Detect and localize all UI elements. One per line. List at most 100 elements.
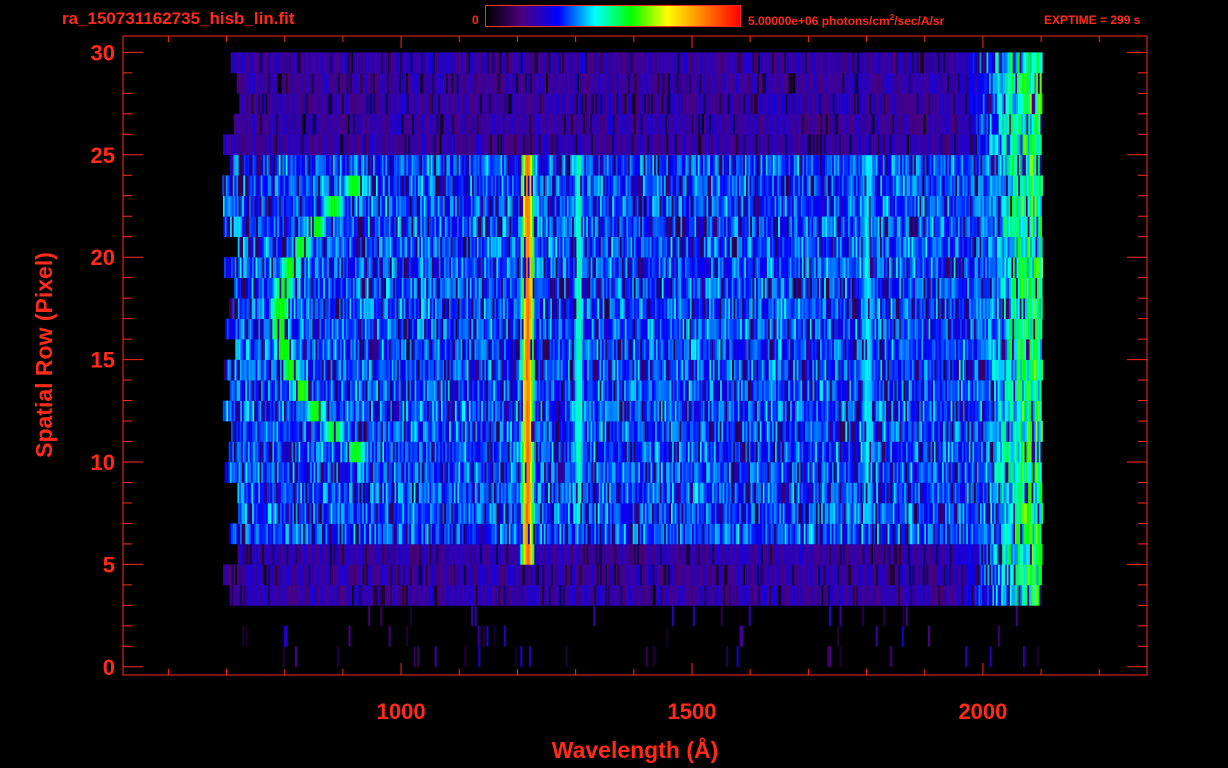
heatmap-cell (946, 523, 949, 545)
heatmap-cell (392, 564, 395, 586)
heatmap-cell (863, 564, 866, 586)
heatmap-cell (277, 564, 280, 586)
heatmap-cell (1037, 400, 1040, 422)
heatmap-cell (783, 564, 786, 586)
heatmap-cell (306, 584, 309, 606)
heatmap-cell (491, 503, 494, 524)
heatmap-cell (513, 503, 516, 524)
heatmap-cell (684, 543, 687, 565)
heatmap-cell (333, 441, 336, 463)
heatmap-cell (558, 441, 561, 463)
heatmap-cell (696, 543, 699, 565)
heatmap-cell (521, 462, 524, 483)
heatmap-cell (655, 380, 658, 401)
heatmap-cell (248, 421, 251, 442)
heatmap-cell (380, 543, 383, 565)
heatmap-cell (447, 543, 449, 565)
heatmap-cell (796, 584, 799, 606)
heatmap-cell (231, 584, 234, 606)
heatmap-cell (831, 523, 834, 545)
heatmap-cell (295, 421, 298, 442)
heatmap-cell (766, 482, 769, 504)
heatmap-cell (498, 503, 501, 524)
heatmap-cell (758, 584, 761, 606)
heatmap-cell (274, 523, 277, 545)
heatmap-cell (514, 462, 517, 483)
heatmap-cell (860, 564, 863, 586)
heatmap-cell (409, 380, 412, 401)
heatmap-cell (593, 441, 596, 463)
heatmap-cell (498, 462, 501, 483)
heatmap-cell (578, 503, 581, 524)
heatmap-cell (638, 564, 641, 586)
heatmap-cell (575, 523, 578, 545)
heatmap-cell (982, 462, 985, 483)
heatmap-cell (678, 400, 681, 422)
heatmap-cell (994, 564, 997, 586)
heatmap-cell (718, 564, 721, 586)
heatmap-cell (593, 605, 596, 627)
heatmap-cell (351, 523, 354, 545)
heatmap-cell (298, 441, 301, 463)
heatmap-cell (741, 462, 744, 483)
heatmap-cell (699, 482, 702, 504)
heatmap-cell (859, 584, 862, 606)
heatmap-cell (559, 503, 562, 524)
heatmap-cell (723, 421, 726, 442)
heatmap-cell (269, 421, 272, 442)
heatmap-cell (1036, 400, 1039, 422)
heatmap-cell (740, 441, 743, 463)
heatmap-cell (680, 462, 683, 483)
heatmap-cell (734, 482, 737, 504)
heatmap-cell (1036, 646, 1039, 668)
heatmap-cell (824, 584, 827, 606)
heatmap-cell (959, 584, 962, 606)
heatmap-cell (425, 462, 428, 483)
heatmap-cell (1003, 564, 1006, 586)
heatmap-cell (784, 400, 787, 422)
heatmap-cell (659, 441, 662, 463)
heatmap-cell (857, 482, 859, 504)
heatmap-cell (652, 646, 655, 668)
heatmap-cell (239, 503, 242, 524)
heatmap-cell (444, 380, 447, 401)
heatmap-cell (325, 380, 328, 401)
heatmap-cell (487, 441, 489, 463)
heatmap-cell (934, 421, 937, 442)
heatmap-cell (488, 543, 491, 565)
heatmap-cell (396, 482, 399, 504)
heatmap-cell (744, 503, 747, 524)
heatmap-cell (952, 462, 955, 483)
heatmap-cell (641, 564, 644, 586)
heatmap-cell (248, 523, 251, 545)
heatmap-cell (1010, 462, 1012, 483)
heatmap-cell (559, 462, 562, 483)
heatmap-cell (655, 503, 658, 524)
heatmap-cell (664, 564, 667, 586)
heatmap-cell (466, 543, 469, 565)
heatmap-cell (242, 543, 245, 565)
heatmap-cell (997, 462, 1000, 483)
heatmap-cell (847, 462, 850, 483)
heatmap-cell (242, 482, 245, 504)
heatmap-cell (862, 482, 865, 504)
heatmap-cell (492, 543, 495, 565)
heatmap-cell (960, 421, 963, 442)
heatmap-cell (816, 564, 819, 586)
heatmap-cell (863, 523, 866, 545)
heatmap-cell (700, 584, 703, 606)
heatmap-cell (1003, 482, 1006, 504)
heatmap-cell (730, 421, 733, 442)
heatmap-cell (866, 503, 869, 524)
heatmap-cell (417, 646, 420, 668)
heatmap-cell (702, 503, 705, 524)
heatmap-cell (373, 564, 376, 586)
heatmap-cell (794, 421, 797, 442)
heatmap-cell (524, 523, 527, 545)
heatmap-cell (504, 564, 506, 586)
heatmap-cell (966, 523, 969, 545)
heatmap-cell (601, 584, 604, 606)
heatmap-cell (296, 462, 299, 483)
heatmap-cell (526, 462, 529, 483)
heatmap-cell (451, 523, 454, 545)
